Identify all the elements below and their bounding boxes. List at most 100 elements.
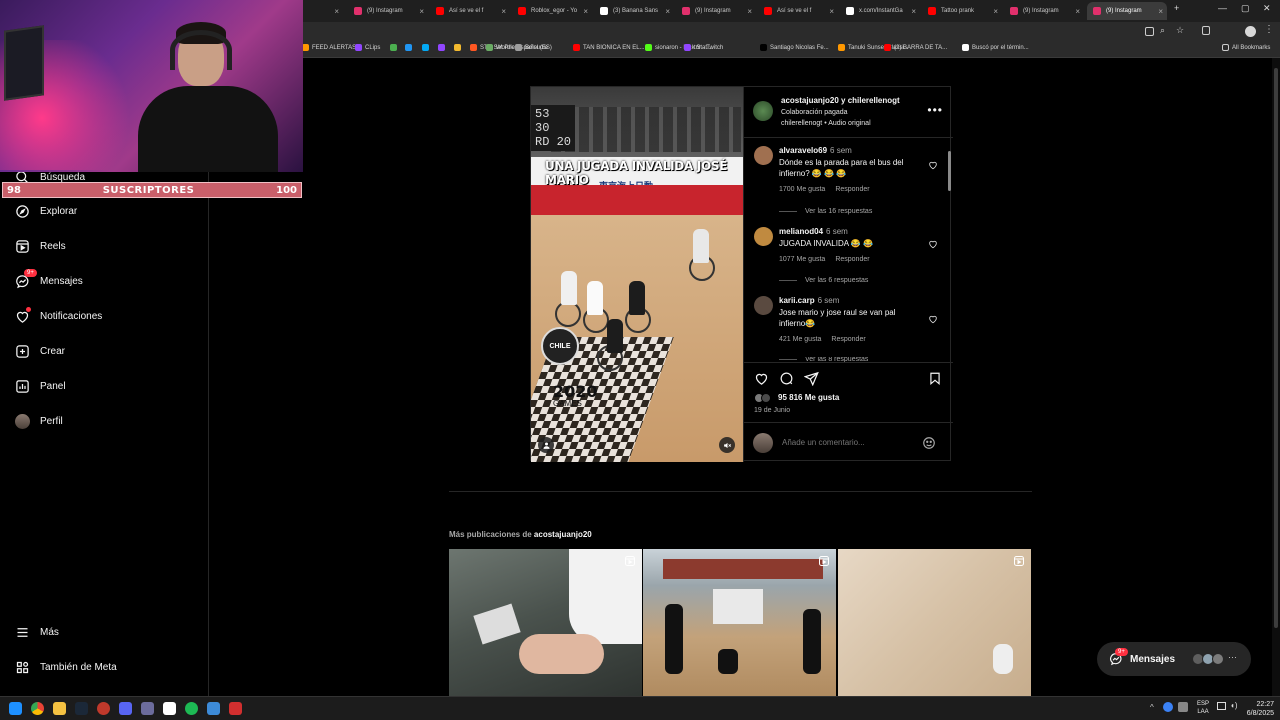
sidebar-item-more[interactable]: Más — [14, 624, 59, 640]
post-authors[interactable]: acostajuanjo20 y chilerellenogt — [781, 96, 900, 105]
tray-chevron-icon[interactable]: ^ — [1150, 703, 1154, 712]
app-icon[interactable] — [141, 702, 154, 715]
bookmark-item[interactable]: Santiago Nicolas Fe... — [760, 44, 829, 51]
comments-scrollbar-thumb[interactable] — [948, 151, 951, 191]
bookmark-item[interactable]: CLips — [355, 44, 380, 51]
tab-close-icon[interactable]: × — [583, 7, 588, 16]
browser-tab[interactable]: (9) Instagram × — [1004, 2, 1084, 20]
language-indicator[interactable]: ESP LAA — [1197, 700, 1209, 716]
page-scrollbar[interactable] — [1272, 58, 1280, 696]
sidebar-item-messages[interactable]: 9+ Mensajes — [14, 269, 83, 289]
bookmark-item[interactable] — [405, 44, 415, 51]
avatar[interactable] — [754, 146, 773, 165]
more-posts-user[interactable]: acostajuanjo20 — [534, 530, 592, 539]
tab-close-icon[interactable]: × — [747, 7, 752, 16]
avatar[interactable] — [753, 101, 773, 121]
bookmark-item[interactable] — [438, 44, 448, 51]
page-scrollbar-thumb[interactable] — [1274, 68, 1278, 628]
all-bookmarks-button[interactable]: All Bookmarks — [1222, 44, 1270, 51]
bookmark-item[interactable] — [390, 44, 400, 51]
more-options-icon[interactable]: ••• — [927, 103, 943, 117]
comment-like-heart-icon[interactable] — [928, 160, 938, 170]
tab-close-icon[interactable]: × — [501, 7, 506, 16]
bookmark-star-icon[interactable]: ☆ — [1176, 25, 1184, 36]
emoji-icon[interactable] — [922, 436, 936, 450]
sidebar-item-meta[interactable]: También de Meta — [14, 659, 117, 675]
network-icon[interactable] — [1217, 702, 1226, 710]
sidebar-item-create[interactable]: Crear — [14, 343, 65, 359]
comment-likes[interactable]: 1077 Me gusta — [779, 256, 825, 263]
tab-close-icon[interactable]: × — [334, 7, 339, 16]
messages-floating-button[interactable]: 9+ Mensajes ··· — [1097, 642, 1251, 676]
browser-tab[interactable]: (9) Instagram × — [1087, 2, 1167, 20]
file-explorer-icon[interactable] — [53, 702, 66, 715]
bookmark-item[interactable] — [454, 44, 464, 51]
sidebar-item-reels[interactable]: Reels — [14, 238, 66, 254]
comment-bubble-icon[interactable] — [779, 371, 794, 386]
browser-tab[interactable]: Tattoo prank × — [922, 2, 1002, 20]
bookmark-item[interactable]: tnr - Twitch — [684, 44, 723, 51]
reply-button[interactable]: Responder — [835, 186, 869, 193]
maximize-window-button[interactable]: ▢ — [1241, 3, 1250, 14]
app-icon[interactable] — [229, 702, 242, 715]
browser-tab[interactable]: Así se ve el f × — [758, 2, 838, 20]
tab-close-icon[interactable]: × — [1075, 7, 1080, 16]
comment-like-heart-icon[interactable] — [928, 239, 938, 249]
save-bookmark-icon[interactable] — [928, 371, 942, 386]
zoom-icon[interactable]: ⌕ — [1160, 25, 1165, 36]
tab-close-icon[interactable]: × — [911, 7, 916, 16]
app-icon[interactable] — [207, 702, 220, 715]
browser-tab[interactable]: (3) Banana Sans × — [594, 2, 674, 20]
comments-scrollbar[interactable] — [947, 143, 952, 361]
windows-start-icon[interactable] — [9, 702, 22, 715]
tagged-user-icon[interactable] — [538, 437, 554, 453]
system-clock[interactable]: 22:27 6/8/2025 — [1247, 700, 1274, 718]
comment-likes[interactable]: 421 Me gusta — [779, 336, 821, 343]
reply-button[interactable]: Responder — [831, 336, 865, 343]
like-count[interactable]: 95 816 Me gusta — [778, 393, 839, 402]
close-window-button[interactable]: ✕ — [1263, 3, 1271, 14]
comment-user[interactable]: melianod04 — [779, 227, 823, 236]
view-replies[interactable]: Ver las 16 respuestas — [779, 208, 872, 215]
discord-icon[interactable] — [119, 702, 132, 715]
app-icon[interactable] — [97, 702, 110, 715]
tab-close-icon[interactable]: × — [419, 7, 424, 16]
bookmark-item[interactable]: Bolsudle — [515, 44, 548, 51]
profile-avatar[interactable] — [1245, 26, 1256, 37]
comment-likes[interactable]: 1700 Me gusta — [779, 186, 825, 193]
reply-button[interactable]: Responder — [835, 256, 869, 263]
browser-tab[interactable]: x.com/InstantGa × — [840, 2, 920, 20]
chrome-icon[interactable] — [31, 702, 44, 715]
browser-tab[interactable]: Así se ve el f × — [430, 2, 510, 20]
tray-app-icon[interactable] — [1178, 702, 1188, 712]
browser-tab[interactable]: Roblox_egor - Yo × — [512, 2, 592, 20]
sidebar-item-profile[interactable]: Perfil — [14, 413, 63, 429]
spotify-icon[interactable] — [185, 702, 198, 715]
avatar[interactable] — [754, 227, 773, 246]
sidebar-item-explore[interactable]: Explorar — [14, 203, 77, 219]
avatar[interactable] — [754, 296, 773, 315]
mute-icon[interactable] — [719, 437, 735, 453]
sidebar-item-panel[interactable]: Panel — [14, 378, 66, 394]
bookmark-item[interactable]: FEED ALERTAS — [302, 44, 356, 51]
comment-like-heart-icon[interactable] — [928, 314, 938, 324]
tab-close-icon[interactable]: × — [1158, 7, 1163, 16]
view-replies[interactable]: Ver las 6 respuestas — [779, 277, 868, 284]
bookmark-item[interactable] — [422, 44, 432, 51]
browser-menu-icon[interactable]: ⋮ — [1264, 24, 1274, 35]
screenshot-icon[interactable] — [1145, 27, 1154, 36]
more-post-thumbnail[interactable] — [449, 549, 642, 696]
tab-close-icon[interactable]: × — [993, 7, 998, 16]
audio-label[interactable]: chilerellenogt • Audio original — [781, 120, 871, 127]
comment-user[interactable]: alvaravelo69 — [779, 146, 827, 155]
comment-user[interactable]: karii.carp — [779, 296, 815, 305]
steam-icon[interactable] — [75, 702, 88, 715]
browser-tab[interactable]: (9) Instagram × — [348, 2, 428, 20]
post-video[interactable]: 53 30 RD 20 東京海上日動 UNA JUGADA INVALIDA J… — [531, 87, 743, 462]
tab-close-icon[interactable]: × — [829, 7, 834, 16]
bookmark-item[interactable]: (2) BARRA DE TA... — [884, 44, 947, 51]
bookmark-item[interactable]: Buscó por el términ... — [962, 44, 1029, 51]
tray-app-icon[interactable] — [1163, 702, 1173, 712]
more-post-thumbnail[interactable] — [643, 549, 836, 696]
comment-input[interactable] — [782, 438, 922, 447]
